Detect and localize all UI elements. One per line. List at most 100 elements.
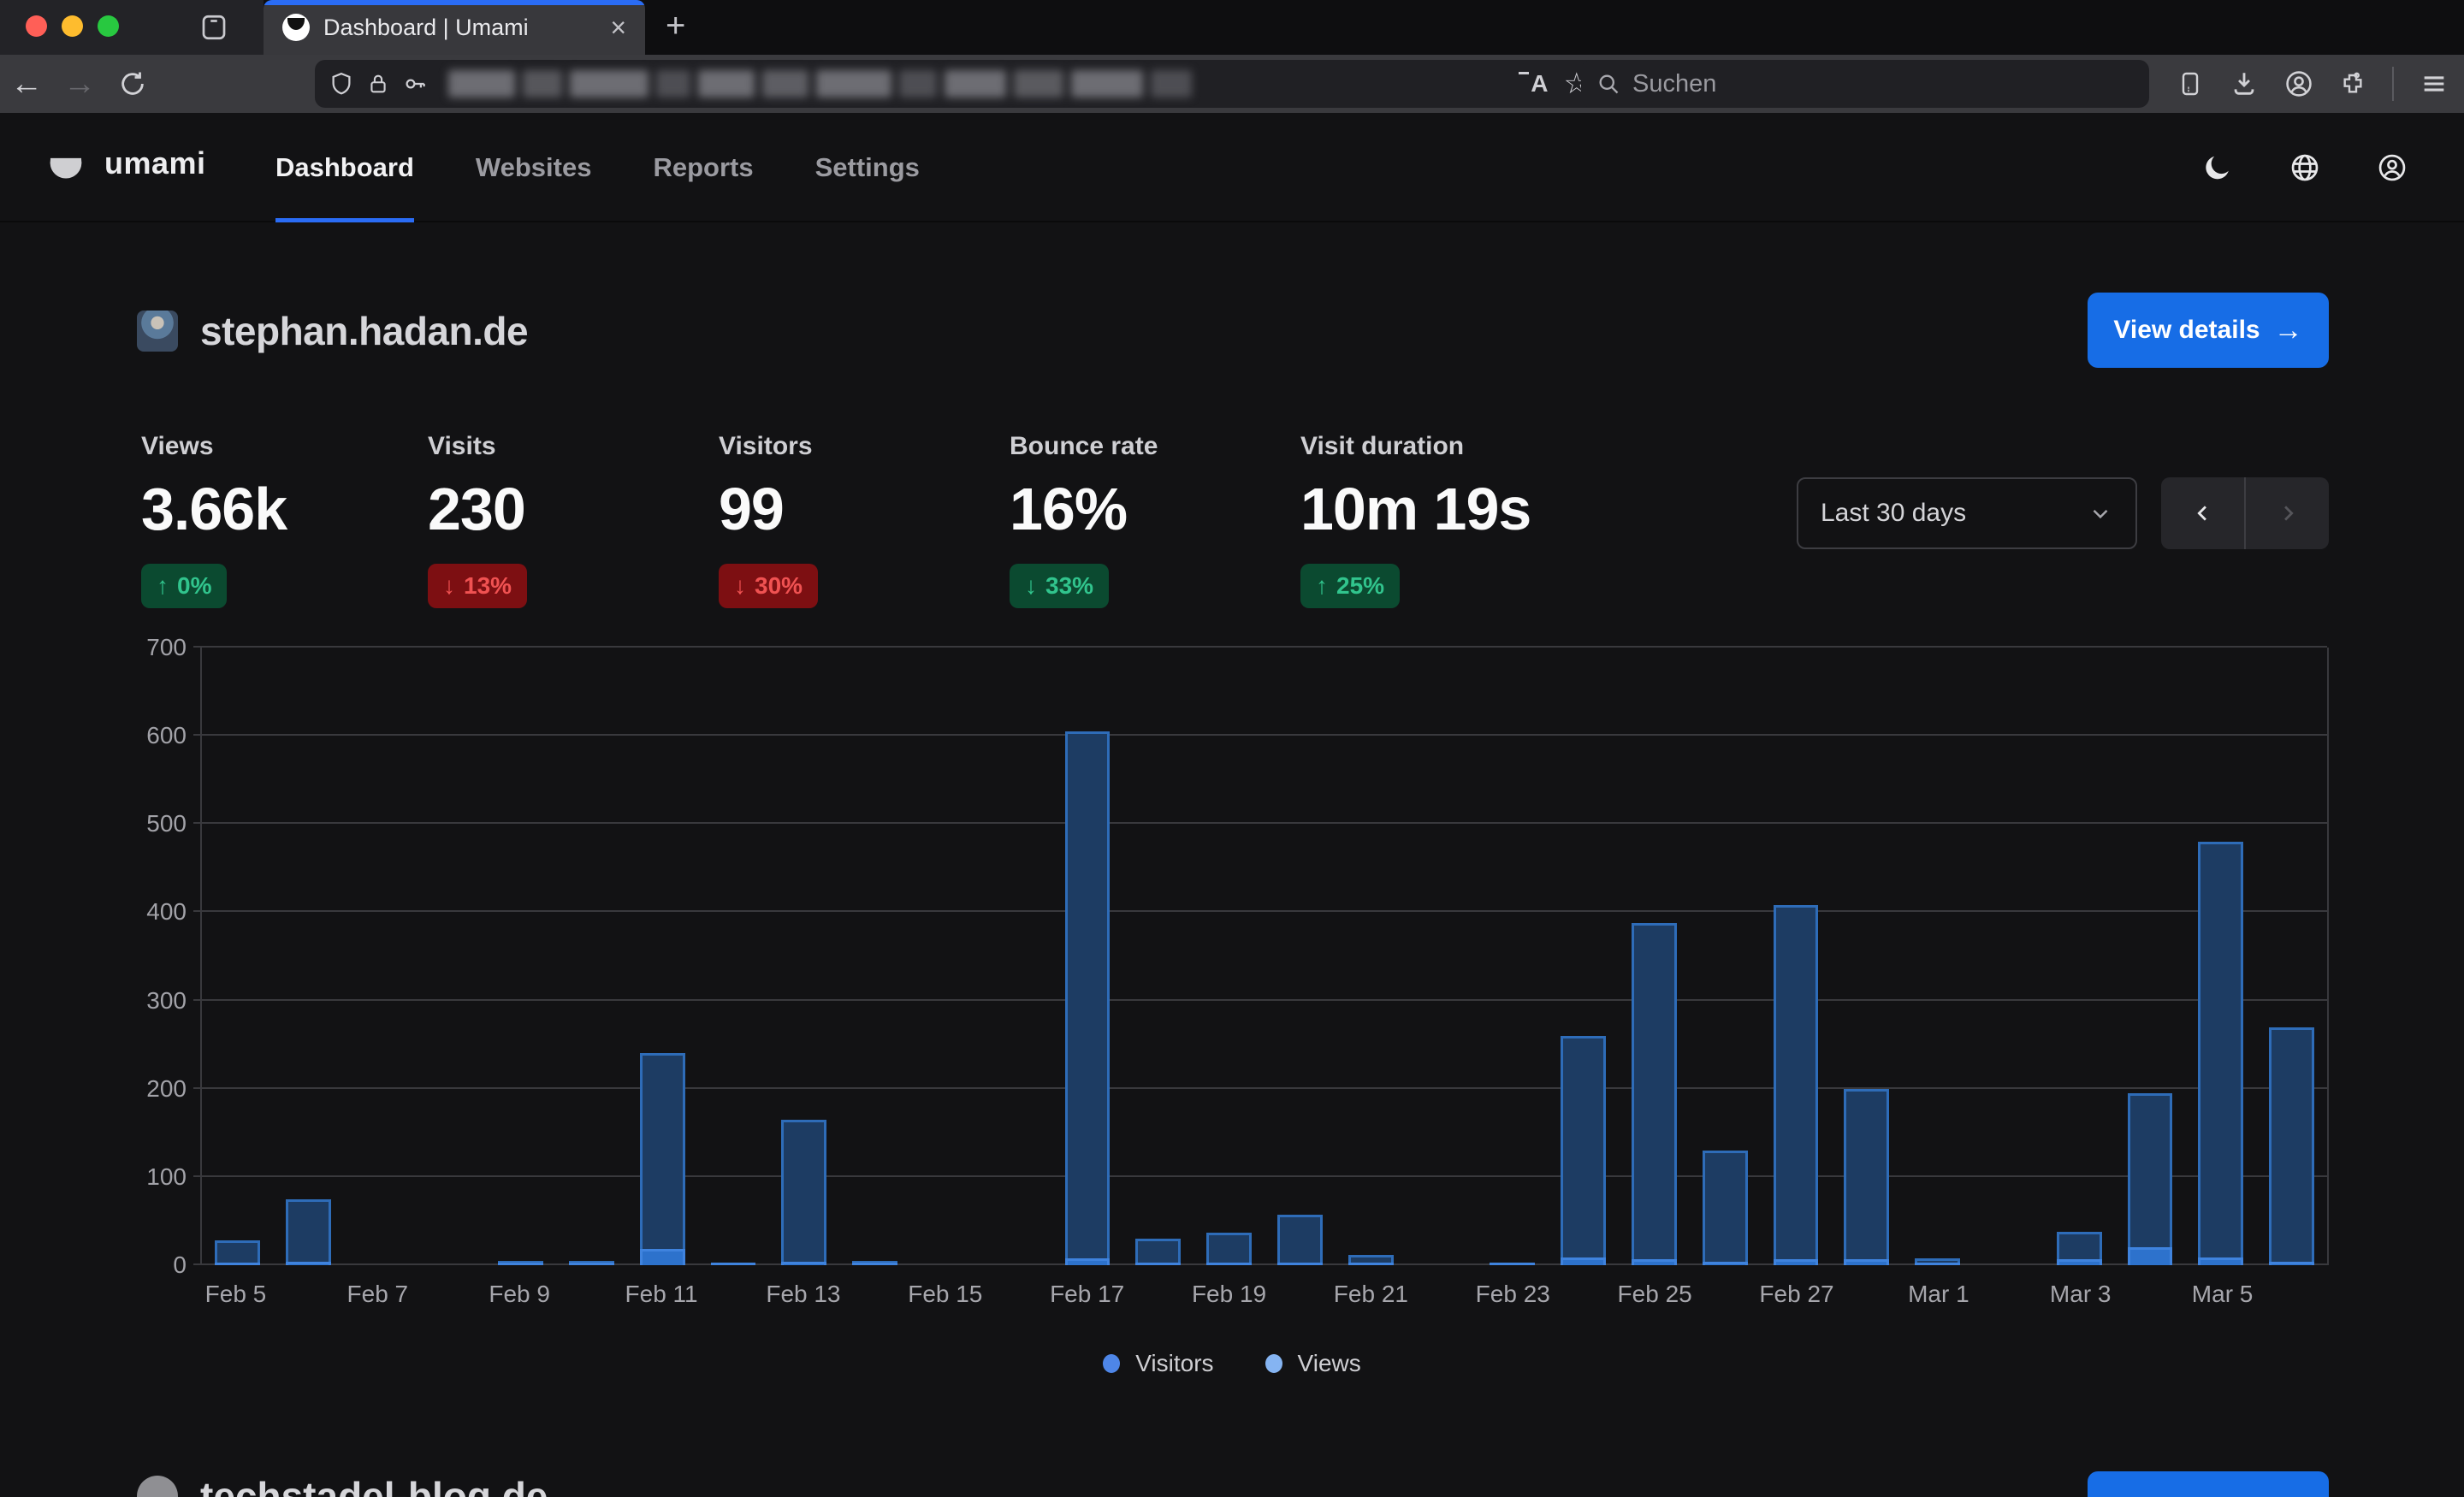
x-tick-label: Feb 19 bbox=[1192, 1281, 1266, 1308]
x-tick-label: Feb 15 bbox=[908, 1281, 982, 1308]
forward-button[interactable]: → bbox=[53, 66, 106, 103]
bar-visitors-feb-24[interactable] bbox=[1561, 1257, 1606, 1265]
visitors-dot-icon bbox=[1103, 1354, 1120, 1373]
account-icon[interactable] bbox=[2284, 69, 2313, 98]
bar-views-feb-11[interactable] bbox=[640, 1053, 685, 1265]
metric-label: Views bbox=[141, 432, 287, 461]
second-website-header: techstadel-blog.de bbox=[137, 1473, 548, 1497]
legend-item-visitors[interactable]: Visitors bbox=[1103, 1350, 1213, 1377]
url-bar[interactable]: A ☆ bbox=[315, 60, 1603, 108]
lock-icon[interactable] bbox=[366, 72, 390, 96]
metric-label: Visits bbox=[428, 432, 527, 461]
bar-views-feb-25[interactable] bbox=[1632, 923, 1677, 1265]
zoom-window-button[interactable] bbox=[98, 15, 119, 37]
date-pager bbox=[2161, 477, 2329, 549]
x-tick-label: Mar 5 bbox=[2192, 1281, 2254, 1308]
trend-arrow-icon: ↑ bbox=[1316, 572, 1328, 600]
reload-icon[interactable] bbox=[106, 69, 159, 98]
arrow-right-icon: → bbox=[2274, 1493, 2303, 1497]
translate-icon[interactable]: A bbox=[1519, 70, 1548, 98]
theme-moon-icon[interactable] bbox=[2202, 152, 2233, 183]
metric-views: Views 3.66k ↑0% bbox=[141, 432, 287, 608]
bar-visitors-feb-25[interactable] bbox=[1632, 1259, 1677, 1265]
nav-items: Dashboard Websites Reports Settings bbox=[245, 113, 951, 222]
extensions-icon[interactable] bbox=[2339, 70, 2366, 98]
chart-plot[interactable] bbox=[200, 648, 2329, 1265]
nav-item-reports[interactable]: Reports bbox=[622, 113, 784, 222]
bar-views-feb-13[interactable] bbox=[781, 1120, 826, 1265]
umami-brand[interactable]: umami bbox=[46, 144, 206, 183]
bar-views-feb-6[interactable] bbox=[286, 1199, 331, 1265]
bar-views-feb-28[interactable] bbox=[1844, 1089, 1889, 1265]
bar-visitors-mar-5[interactable] bbox=[2198, 1257, 2243, 1265]
chart-yaxis: 0100200300400500600700 bbox=[137, 648, 187, 1265]
x-tick-label: Feb 11 bbox=[625, 1281, 698, 1308]
menu-hamburger-icon[interactable] bbox=[2420, 69, 2449, 98]
bar-views-mar-6[interactable] bbox=[2269, 1027, 2314, 1265]
bar-views-feb-20[interactable] bbox=[1277, 1215, 1323, 1265]
y-tick-label: 200 bbox=[146, 1075, 187, 1103]
close-tab-icon[interactable]: × bbox=[610, 14, 626, 41]
x-tick-label: Mar 3 bbox=[2050, 1281, 2112, 1308]
next-period-button[interactable] bbox=[2246, 477, 2329, 549]
bar-visitors-feb-17[interactable] bbox=[1065, 1258, 1111, 1265]
gridline bbox=[193, 734, 2327, 736]
date-range-value: Last 30 days bbox=[1821, 499, 1966, 528]
bar-views-feb-19[interactable] bbox=[1206, 1233, 1252, 1265]
bar-views-feb-18[interactable] bbox=[1135, 1239, 1181, 1265]
bar-views-feb-26[interactable] bbox=[1703, 1151, 1748, 1265]
date-range-select[interactable]: Last 30 days bbox=[1797, 477, 2137, 549]
second-view-details-button[interactable]: View details → bbox=[2088, 1471, 2329, 1497]
minimize-window-button[interactable] bbox=[62, 15, 83, 37]
legend-item-views[interactable]: Views bbox=[1265, 1350, 1361, 1377]
y-tick-label: 700 bbox=[146, 634, 187, 661]
y-tick-label: 400 bbox=[146, 898, 187, 926]
search-bar[interactable]: Suchen bbox=[1581, 60, 2149, 108]
x-tick-label: Mar 1 bbox=[1908, 1281, 1969, 1308]
view-details-button[interactable]: View details → bbox=[2088, 293, 2329, 368]
bar-visitors-feb-11[interactable] bbox=[640, 1249, 685, 1265]
nav-item-websites[interactable]: Websites bbox=[445, 113, 623, 222]
profile-icon[interactable] bbox=[2377, 152, 2408, 183]
nav-item-dashboard[interactable]: Dashboard bbox=[245, 113, 445, 222]
trend-arrow-icon: ↓ bbox=[443, 572, 455, 600]
browser-tab[interactable]: Dashboard | Umami × bbox=[264, 0, 645, 55]
new-tab-button[interactable]: + bbox=[666, 7, 685, 45]
close-window-button[interactable] bbox=[26, 15, 47, 37]
firefox-view-icon[interactable] bbox=[198, 12, 229, 43]
bar-views-feb-17[interactable] bbox=[1065, 731, 1111, 1265]
gridline bbox=[193, 822, 2327, 824]
bar-views-feb-24[interactable] bbox=[1561, 1036, 1606, 1265]
metric-change-badge: ↓30% bbox=[719, 564, 818, 608]
reader-panel-icon[interactable] bbox=[2177, 70, 2204, 98]
umami-logo-icon bbox=[46, 144, 86, 183]
metric-value: 16% bbox=[1010, 475, 1158, 543]
language-globe-icon[interactable] bbox=[2289, 152, 2320, 183]
bar-views-feb-27[interactable] bbox=[1774, 905, 1819, 1265]
active-tab-indicator bbox=[264, 0, 645, 5]
bar-visitors-mar-3[interactable] bbox=[2057, 1259, 2102, 1265]
trend-arrow-icon: ↑ bbox=[157, 572, 169, 600]
bar-views-mar-4[interactable] bbox=[2128, 1093, 2173, 1265]
y-tick-label: 300 bbox=[146, 987, 187, 1015]
shield-icon[interactable] bbox=[329, 71, 354, 97]
downloads-icon[interactable] bbox=[2230, 69, 2259, 98]
prev-period-button[interactable] bbox=[2161, 477, 2244, 549]
metric-visit-duration: Visit duration 10m 19s ↑25% bbox=[1300, 432, 1531, 608]
search-icon bbox=[1596, 72, 1620, 96]
metric-change-badge: ↓33% bbox=[1010, 564, 1109, 608]
gridline bbox=[193, 646, 2327, 648]
change-value: 33% bbox=[1045, 572, 1093, 600]
legend-label: Views bbox=[1298, 1350, 1361, 1377]
bar-views-feb-5[interactable] bbox=[215, 1240, 260, 1265]
bar-visitors-feb-27[interactable] bbox=[1774, 1259, 1819, 1265]
y-tick-label: 500 bbox=[146, 810, 187, 837]
bar-visitors-mar-4[interactable] bbox=[2128, 1247, 2173, 1265]
second-website-title: techstadel-blog.de bbox=[200, 1473, 548, 1497]
bar-views-mar-5[interactable] bbox=[2198, 842, 2243, 1265]
nav-item-settings[interactable]: Settings bbox=[785, 113, 951, 222]
key-icon[interactable] bbox=[402, 71, 428, 97]
back-button[interactable]: ← bbox=[0, 66, 53, 103]
change-value: 30% bbox=[755, 572, 803, 600]
bar-visitors-feb-28[interactable] bbox=[1844, 1259, 1889, 1265]
